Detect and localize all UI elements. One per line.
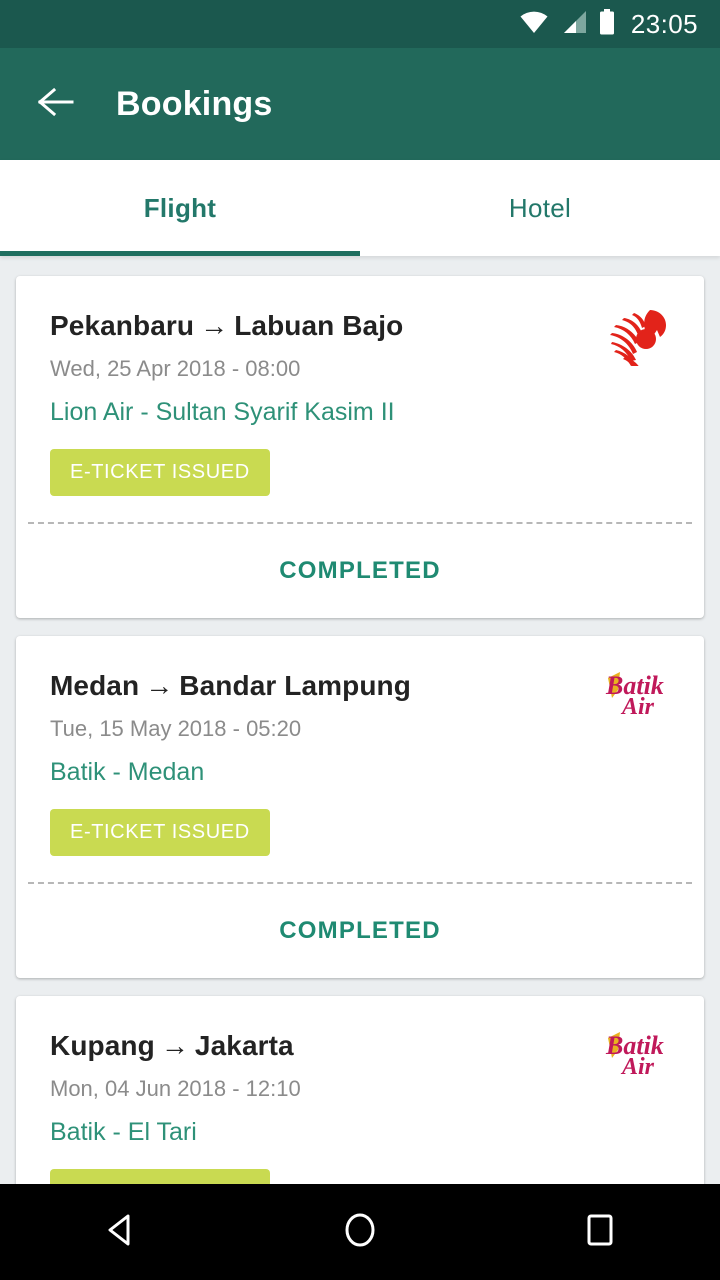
booking-route: Kupang → Jakarta bbox=[50, 1030, 670, 1062]
battery-icon bbox=[599, 8, 615, 40]
booking-route: Pekanbaru → Labuan Bajo bbox=[50, 310, 670, 342]
booking-status-label: COMPLETED bbox=[279, 557, 441, 584]
tab-flight-label: Flight bbox=[143, 192, 217, 223]
phone-screen: 23:05 Bookings Flight Hotel Pekanbaru → La… bbox=[0, 0, 720, 1280]
booking-datetime: Wed, 25 Apr 2018 - 08:00 bbox=[50, 356, 301, 381]
booking-route: Medan → Bandar Lampung bbox=[50, 670, 670, 702]
booking-destination: Bandar Lampung bbox=[179, 670, 411, 701]
batik-air-logo: Batik Air bbox=[598, 664, 674, 726]
nav-home-button[interactable] bbox=[312, 1184, 408, 1280]
tab-bar: Flight Hotel bbox=[0, 160, 720, 256]
cellular-signal-icon bbox=[561, 10, 587, 39]
booking-card[interactable]: Kupang → Jakarta Mon, 04 Jun 2018 - 12:10 … bbox=[16, 996, 704, 1184]
back-button[interactable] bbox=[36, 84, 76, 124]
status-bar-clock: 23:05 bbox=[630, 9, 698, 39]
booking-origin: Medan bbox=[50, 670, 140, 701]
batik-air-logo: Batik Air bbox=[598, 1024, 674, 1086]
svg-text:Air: Air bbox=[620, 694, 655, 720]
lion-air-logo bbox=[598, 304, 674, 366]
booking-datetime: Tue, 15 May 2018 - 05:20 bbox=[50, 716, 302, 741]
booking-card[interactable]: Medan → Bandar Lampung Tue, 15 May 2018 - … bbox=[16, 636, 704, 978]
page-title: Bookings bbox=[116, 84, 273, 123]
tab-hotel[interactable]: Hotel bbox=[360, 160, 720, 256]
status-bar: 23:05 bbox=[0, 0, 720, 48]
arrow-right-icon: → bbox=[160, 1030, 189, 1061]
booking-card-body: Kupang → Jakarta Mon, 04 Jun 2018 - 12:10 … bbox=[16, 996, 704, 1184]
booking-card-body: Medan → Bandar Lampung Tue, 15 May 2018 - … bbox=[16, 636, 704, 882]
arrow-right-icon: → bbox=[200, 310, 229, 341]
booking-airline-route: Batik - Medan bbox=[50, 758, 205, 786]
bookings-list[interactable]: Pekanbaru → Labuan Bajo Wed, 25 Apr 2018 -… bbox=[0, 256, 720, 1184]
svg-text:Air: Air bbox=[620, 1054, 655, 1080]
booking-card[interactable]: Pekanbaru → Labuan Bajo Wed, 25 Apr 2018 -… bbox=[16, 276, 704, 618]
status-badge: E-TICKET ISSUED bbox=[50, 1169, 270, 1184]
booking-airline-route: Batik - El Tari bbox=[50, 1118, 197, 1146]
square-recents-icon bbox=[585, 1213, 615, 1252]
circle-home-icon bbox=[343, 1212, 377, 1253]
booking-datetime: Mon, 04 Jun 2018 - 12:10 bbox=[50, 1076, 301, 1101]
booking-origin: Pekanbaru bbox=[50, 310, 195, 341]
booking-status-action[interactable]: COMPLETED bbox=[16, 884, 704, 978]
booking-destination: Labuan Bajo bbox=[234, 310, 404, 341]
tab-flight[interactable]: Flight bbox=[0, 160, 360, 256]
arrow-right-icon: → bbox=[145, 670, 174, 701]
arrow-left-icon bbox=[37, 87, 74, 122]
tab-hotel-label: Hotel bbox=[508, 192, 572, 223]
booking-destination: Jakarta bbox=[194, 1030, 294, 1061]
booking-card-body: Pekanbaru → Labuan Bajo Wed, 25 Apr 2018 -… bbox=[16, 276, 704, 522]
booking-status-action[interactable]: COMPLETED bbox=[16, 524, 704, 618]
nav-back-button[interactable] bbox=[72, 1184, 168, 1280]
nav-recents-button[interactable] bbox=[552, 1184, 648, 1280]
status-badge: E-TICKET ISSUED bbox=[50, 449, 270, 496]
triangle-back-icon bbox=[104, 1213, 136, 1252]
wifi-icon bbox=[519, 10, 549, 39]
booking-status-label: COMPLETED bbox=[279, 917, 441, 944]
app-bar: Bookings bbox=[0, 48, 720, 160]
booking-airline-route: Lion Air - Sultan Syarif Kasim II bbox=[50, 398, 395, 426]
status-badge: E-TICKET ISSUED bbox=[50, 809, 270, 856]
android-nav-bar bbox=[0, 1184, 720, 1280]
booking-origin: Kupang bbox=[50, 1030, 155, 1061]
